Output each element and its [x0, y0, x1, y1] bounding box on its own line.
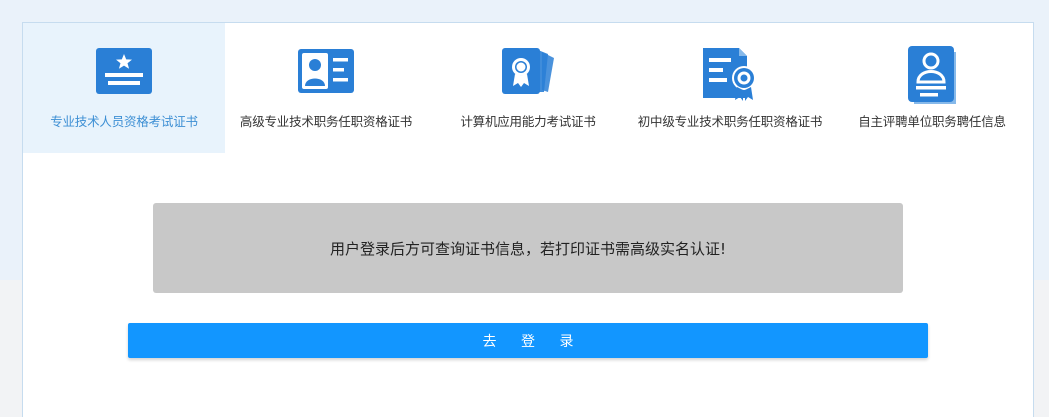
id-card-icon [294, 46, 358, 106]
tab-label: 计算机应用能力考试证书 [460, 114, 596, 129]
certificate-star-icon [92, 46, 156, 106]
notice-text: 用户登录后方可查询证书信息，若打印证书需高级实名认证! [329, 239, 727, 258]
certificate-query-panel: 专业技术人员资格考试证书 高级专业技术职务任职资格证书 计算机应用能力考试证书 … [22, 22, 1034, 417]
tab-self-evaluation-appointment-info[interactable]: 自主评聘单位职务聘任信息 [831, 23, 1033, 153]
tab-junior-intermediate-professional-title[interactable]: 初中级专业技术职务任职资格证书 [629, 23, 831, 153]
tab-professional-qualification-exam[interactable]: 专业技术人员资格考试证书 [23, 23, 225, 153]
login-required-notice: 用户登录后方可查询证书信息，若打印证书需高级实名认证! [153, 203, 903, 293]
tab-label: 专业技术人员资格考试证书 [50, 114, 198, 129]
document-seal-icon [698, 46, 762, 106]
go-login-button[interactable]: 去 登 录 [128, 323, 928, 358]
tab-label: 自主评聘单位职务聘任信息 [858, 114, 1006, 129]
tab-label: 初中级专业技术职务任职资格证书 [637, 114, 823, 129]
tab-label: 高级专业技术职务任职资格证书 [239, 114, 413, 129]
tab-computer-application-exam[interactable]: 计算机应用能力考试证书 [427, 23, 629, 153]
certificate-type-tabs: 专业技术人员资格考试证书 高级专业技术职务任职资格证书 计算机应用能力考试证书 … [23, 23, 1033, 153]
certificate-medal-icon [496, 46, 560, 106]
tab-senior-professional-title[interactable]: 高级专业技术职务任职资格证书 [225, 23, 427, 153]
person-document-icon [900, 46, 964, 106]
